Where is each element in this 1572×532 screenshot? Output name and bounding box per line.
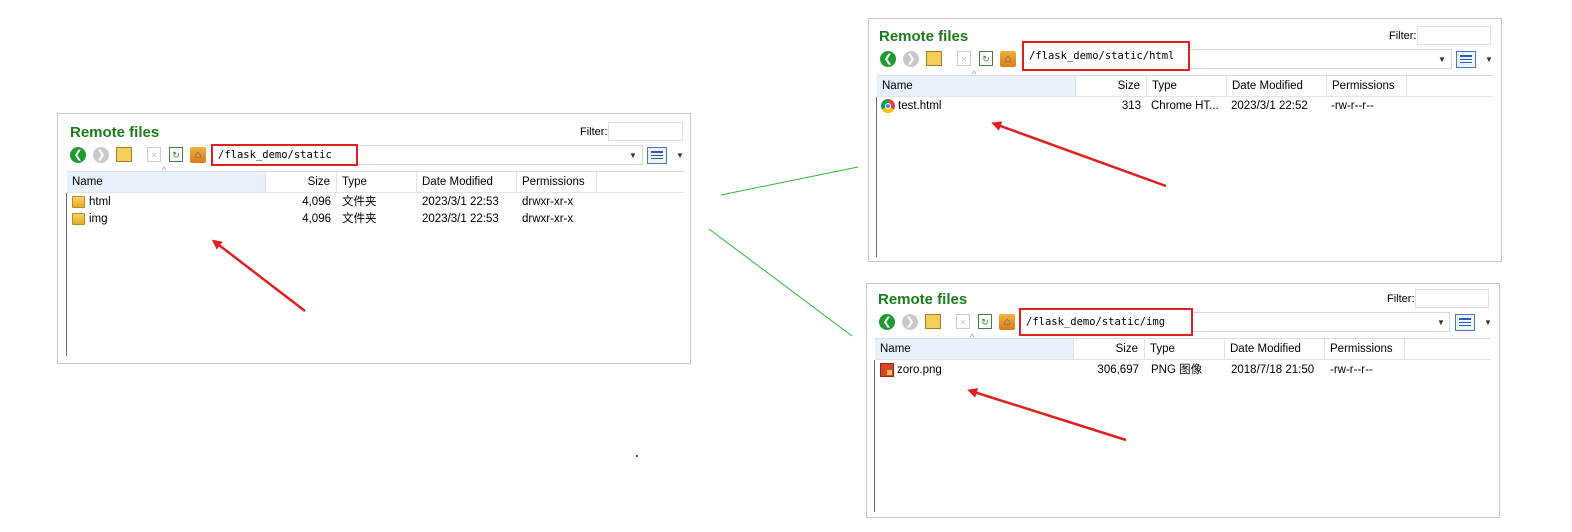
connector-line-to-html <box>720 166 859 196</box>
annotation-arrow-html <box>991 121 1167 188</box>
annotation-arrow-static <box>211 239 306 312</box>
connector-line-to-img <box>708 228 853 337</box>
annotation-arrow-img <box>967 388 1127 442</box>
annotation-overlay <box>211 121 1167 442</box>
stray-dot <box>636 455 638 457</box>
